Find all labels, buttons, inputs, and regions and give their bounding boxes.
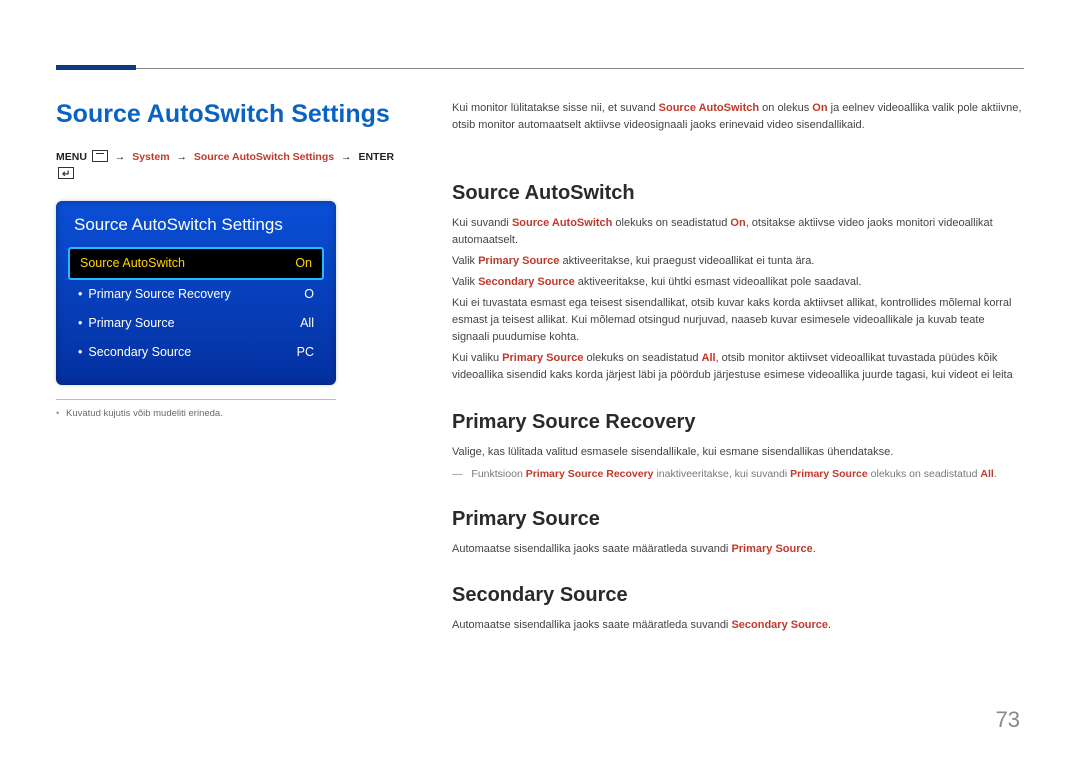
breadcrumb: MENU → System → Source AutoSwitch Settin…: [56, 149, 396, 183]
text: aktiveeritakse, kui praegust videoallika…: [559, 255, 814, 267]
text: Kui monitor lülitatakse sisse nii, et su…: [452, 102, 659, 114]
osd-title: Source AutoSwitch Settings: [68, 215, 324, 235]
psr-note: ― Funktsioon Primary Source Recovery ina…: [452, 467, 1024, 483]
text: inaktiveeritakse, kui suvandi: [654, 468, 791, 480]
text: olekuks on seadistatud: [868, 468, 981, 480]
arrow-icon: →: [111, 151, 130, 163]
text: olekuks on seadistatud: [583, 352, 701, 364]
osd-row-value: O: [304, 287, 316, 302]
term-all: All: [702, 352, 716, 364]
osd-row-label: Primary Source Recovery: [78, 287, 231, 302]
sas-paragraph-3: Valik Secondary Source aktiveeritakse, k…: [452, 274, 1024, 291]
osd-row-source-autoswitch[interactable]: Source AutoSwitch On: [68, 247, 324, 280]
ss-paragraph: Automaatse sisendallika jaoks saate määr…: [452, 617, 1024, 634]
enter-icon: [58, 167, 74, 179]
osd-row-primary-source[interactable]: Primary Source All: [68, 309, 324, 338]
sas-paragraph-1: Kui suvandi Source AutoSwitch olekuks on…: [452, 215, 1024, 249]
divider: [56, 399, 336, 400]
heading-source-autoswitch: Source AutoSwitch: [452, 182, 1024, 205]
text: Funktsioon: [471, 468, 525, 480]
note-dash-icon: ―: [452, 468, 463, 480]
right-column: Kui monitor lülitatakse sisse nii, et su…: [452, 100, 1024, 638]
term-source-autoswitch: Source AutoSwitch: [659, 102, 759, 114]
term-on: On: [812, 102, 827, 114]
heading-secondary-source: Secondary Source: [452, 584, 1024, 607]
text: Kui valiku: [452, 352, 502, 364]
psr-paragraph: Valige, kas lülitada valitud esmasele si…: [452, 444, 1024, 461]
term-primary-source: Primary Source: [478, 255, 559, 267]
term-primary-source-recovery: Primary Source Recovery: [526, 468, 654, 480]
text: olekuks on seadistatud: [612, 217, 730, 229]
term-secondary-source: Secondary Source: [478, 276, 575, 288]
term-secondary-source: Secondary Source: [731, 619, 828, 631]
intro-paragraph: Kui monitor lülitatakse sisse nii, et su…: [452, 100, 1024, 134]
top-rule-accent: [56, 65, 136, 70]
heading-primary-source-recovery: Primary Source Recovery: [452, 411, 1024, 434]
left-column: Source AutoSwitch Settings MENU → System…: [56, 100, 396, 419]
osd-menu: Source AutoSwitch Settings Source AutoSw…: [56, 201, 336, 385]
osd-row-secondary-source[interactable]: Secondary Source PC: [68, 338, 324, 367]
sas-paragraph-4: Kui ei tuvastata esmast ega teisest sise…: [452, 295, 1024, 346]
breadcrumb-enter: ENTER: [358, 151, 394, 163]
text: Valik: [452, 276, 478, 288]
page-number: 73: [996, 707, 1020, 733]
top-rule: [56, 68, 1024, 69]
arrow-icon: →: [172, 151, 191, 163]
term-on: On: [730, 217, 745, 229]
osd-row-value: All: [300, 316, 316, 331]
ps-paragraph: Automaatse sisendallika jaoks saate määr…: [452, 541, 1024, 558]
text: .: [828, 619, 831, 631]
text: Valik: [452, 255, 478, 267]
osd-row-label: Secondary Source: [78, 345, 191, 360]
section-title: Source AutoSwitch Settings: [56, 100, 396, 129]
breadcrumb-system: System: [132, 151, 169, 163]
text: aktiveeritakse, kui ühtki esmast videoal…: [575, 276, 862, 288]
sas-paragraph-5: Kui valiku Primary Source olekuks on sea…: [452, 350, 1024, 384]
term-primary-source: Primary Source: [790, 468, 868, 480]
breadcrumb-sas: Source AutoSwitch Settings: [194, 151, 334, 163]
term-all: All: [980, 468, 993, 480]
arrow-icon: →: [337, 151, 356, 163]
text: .: [994, 468, 997, 480]
text: Automaatse sisendallika jaoks saate määr…: [452, 619, 731, 631]
term-source-autoswitch: Source AutoSwitch: [512, 217, 612, 229]
osd-row-primary-source-recovery[interactable]: Primary Source Recovery O: [68, 280, 324, 309]
sas-paragraph-2: Valik Primary Source aktiveeritakse, kui…: [452, 253, 1024, 270]
text: .: [813, 543, 816, 555]
text: Automaatse sisendallika jaoks saate määr…: [452, 543, 731, 555]
text: Kui suvandi: [452, 217, 512, 229]
osd-row-value: On: [295, 256, 314, 271]
breadcrumb-menu: MENU: [56, 151, 87, 163]
osd-row-label: Primary Source: [78, 316, 175, 331]
term-primary-source: Primary Source: [502, 352, 583, 364]
menu-icon: [92, 150, 108, 162]
osd-row-label: Source AutoSwitch: [80, 256, 185, 271]
term-primary-source: Primary Source: [731, 543, 812, 555]
heading-primary-source: Primary Source: [452, 508, 1024, 531]
footnote: Kuvatud kujutis võib mudeliti erineda.: [56, 408, 396, 419]
text: on olekus: [759, 102, 812, 114]
osd-row-value: PC: [297, 345, 316, 360]
